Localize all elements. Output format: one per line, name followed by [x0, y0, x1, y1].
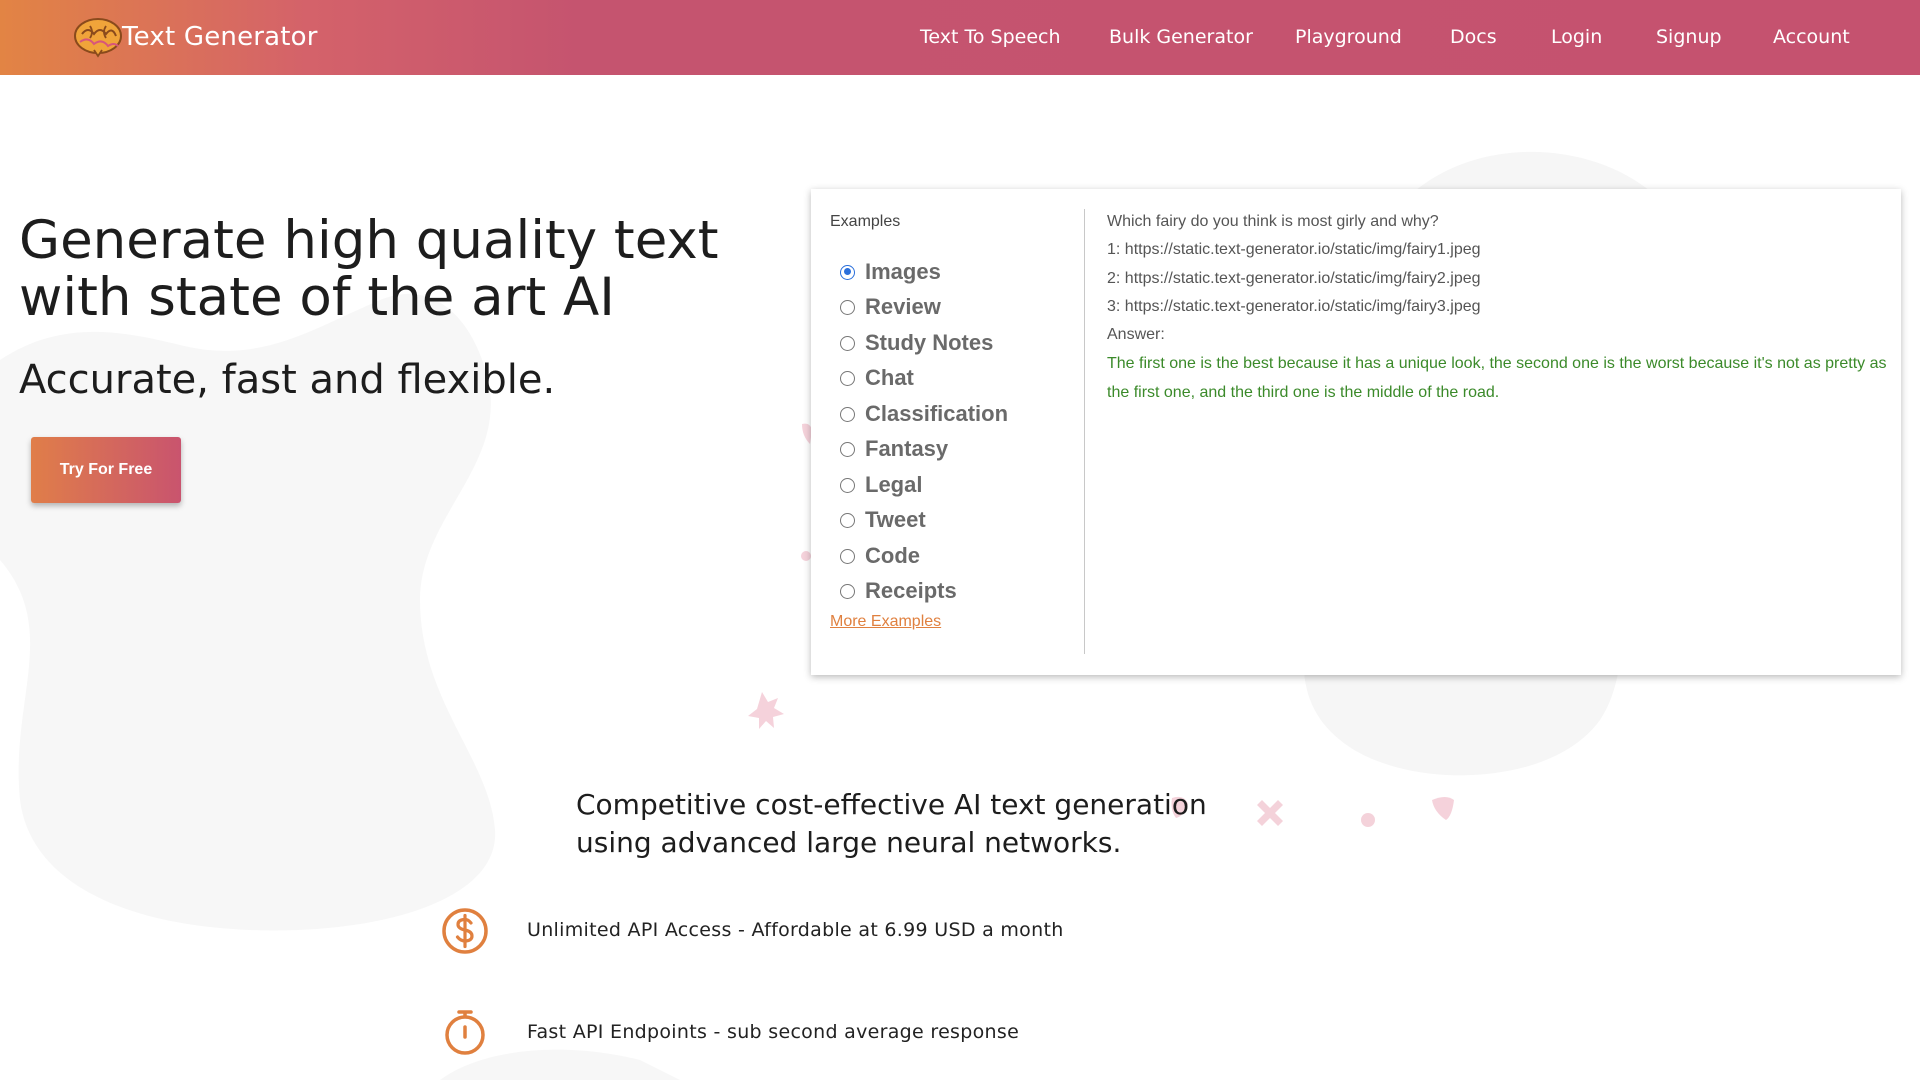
example-option-chat[interactable]: Chat [840, 365, 914, 391]
prompt-line: 2: https://static.text-generator.io/stat… [1107, 270, 1481, 287]
top-navbar: Text Generator Text To Speech Bulk Gener… [0, 0, 1920, 75]
example-option-label: Tweet [865, 507, 926, 532]
example-option-legal[interactable]: Legal [840, 472, 922, 498]
nav-signup[interactable]: Signup [1656, 26, 1722, 48]
main-nav: Text To Speech Bulk Generator Playground… [0, 0, 1920, 75]
hero-title-line-1: Generate high quality text [19, 210, 719, 271]
radio-button[interactable] [840, 512, 855, 528]
hero-title-line-2: with state of the art AI [19, 267, 615, 328]
try-for-free-button[interactable]: Try For Free [31, 437, 181, 503]
prompt-line: 1: https://static.text-generator.io/stat… [1107, 241, 1481, 258]
prompt-line: 3: https://static.text-generator.io/stat… [1107, 298, 1481, 315]
example-option-review[interactable]: Review [840, 294, 941, 320]
nav-login[interactable]: Login [1551, 26, 1602, 48]
example-option-images[interactable]: Images [840, 259, 941, 285]
example-option-label: Legal [865, 472, 923, 497]
example-option-label: Review [865, 294, 941, 319]
nav-text-to-speech[interactable]: Text To Speech [920, 26, 1061, 48]
feature-api-access: Unlimited API Access - Affordable at 6.9… [527, 919, 1064, 941]
example-option-code[interactable]: Code [840, 543, 920, 569]
example-option-tweet[interactable]: Tweet [840, 507, 926, 533]
stopwatch-icon [445, 1010, 485, 1055]
radio-button[interactable] [840, 335, 855, 351]
generated-answer: The first one is the best because it has… [1107, 355, 1887, 401]
example-option-fantasy[interactable]: Fantasy [840, 436, 948, 462]
nav-account[interactable]: Account [1773, 26, 1850, 48]
panel-divider [1084, 209, 1085, 654]
radio-button[interactable] [840, 477, 855, 493]
examples-list: Examples Images Review Study Notes Chat … [811, 189, 1084, 675]
prompt-line: Answer: [1107, 326, 1165, 343]
more-examples-link[interactable]: More Examples [830, 613, 941, 631]
radio-button[interactable] [840, 441, 855, 457]
example-option-classification[interactable]: Classification [840, 401, 1008, 427]
radio-button[interactable] [840, 583, 855, 599]
example-option-label: Images [865, 259, 941, 284]
nav-bulk-generator[interactable]: Bulk Generator [1109, 26, 1253, 48]
example-option-label: Study Notes [865, 330, 994, 355]
nav-playground[interactable]: Playground [1295, 26, 1402, 48]
radio-button[interactable] [840, 370, 855, 386]
nav-docs[interactable]: Docs [1450, 26, 1497, 48]
example-option-label: Code [865, 543, 920, 568]
example-option-receipts[interactable]: Receipts [840, 578, 957, 604]
examples-title: Examples [830, 213, 901, 230]
examples-panel: Examples Images Review Study Notes Chat … [811, 189, 1901, 675]
example-option-label: Classification [865, 401, 1009, 426]
radio-button[interactable] [840, 548, 855, 564]
example-option-study-notes[interactable]: Study Notes [840, 330, 993, 356]
example-output[interactable]: Which fairy do you think is most girly a… [1097, 189, 1897, 675]
example-option-label: Receipts [865, 578, 957, 603]
features-heading: Competitive cost-effective AI text gener… [576, 788, 1207, 859]
prompt-line: Which fairy do you think is most girly a… [1107, 213, 1439, 230]
hero-title: Generate high quality text with state of… [19, 212, 719, 326]
radio-button[interactable] [840, 406, 855, 422]
dollar-circle-icon [442, 908, 488, 954]
radio-button[interactable] [840, 264, 855, 280]
radio-button[interactable] [840, 299, 855, 315]
example-option-label: Chat [865, 365, 914, 390]
feature-fast-endpoints: Fast API Endpoints - sub second average … [527, 1021, 1020, 1043]
hero-subtitle: Accurate, fast and flexible. [19, 357, 556, 403]
example-option-label: Fantasy [865, 436, 949, 461]
